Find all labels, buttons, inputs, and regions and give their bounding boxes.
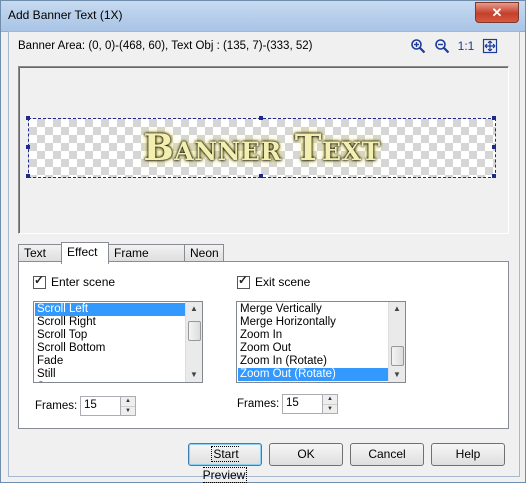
tab-effect[interactable]: Effect [61, 242, 109, 264]
resize-handle[interactable] [26, 116, 30, 120]
resize-handle[interactable] [259, 116, 263, 120]
list-item[interactable]: Scroll Bottom [35, 342, 185, 355]
list-item[interactable]: Still [35, 368, 185, 381]
resize-handle[interactable] [26, 174, 30, 178]
list-item[interactable]: S [35, 381, 185, 382]
resize-handle[interactable] [492, 174, 496, 178]
window-title: Add Banner Text (1X) [8, 8, 123, 22]
help-button[interactable]: Help [431, 443, 505, 466]
start-preview-button[interactable]: Start Preview [188, 443, 262, 483]
scroll-up-icon[interactable]: ▲ [389, 302, 405, 316]
checkbox-checked-icon[interactable] [237, 273, 250, 289]
resize-handle[interactable] [492, 145, 496, 149]
exit-frames-stepper[interactable]: 15 ▲ ▼ [282, 394, 338, 414]
banner-text-object[interactable]: Banner Text [29, 127, 495, 169]
resize-handle[interactable] [492, 116, 496, 120]
spin-up-icon[interactable]: ▲ [323, 395, 337, 405]
zoom-in-icon[interactable] [409, 37, 427, 55]
title-bar[interactable]: Add Banner Text (1X) ✕ [1, 1, 525, 32]
spin-down-icon[interactable]: ▼ [323, 405, 337, 414]
resize-handle[interactable] [26, 145, 30, 149]
enter-frames-stepper[interactable]: 15 ▲ ▼ [80, 396, 136, 416]
enter-effect-list[interactable]: Scroll Left Scroll Right Scroll Top Scroll … [33, 301, 203, 383]
banner-canvas[interactable]: Banner Text [28, 118, 496, 178]
list-item[interactable]: Zoom Out (Rotate) [238, 368, 388, 381]
exit-scene-label: Exit scene [255, 275, 311, 289]
enter-list-scrollbar[interactable]: ▲ ▼ [185, 302, 202, 382]
scroll-thumb[interactable] [188, 321, 201, 341]
checkbox-checked-icon[interactable] [33, 273, 46, 289]
exit-frames-value[interactable]: 15 [286, 397, 299, 409]
enter-scene-label: Enter scene [51, 275, 116, 289]
scroll-down-icon[interactable]: ▼ [186, 368, 202, 382]
exit-list-scrollbar[interactable]: ▲ ▼ [388, 302, 405, 382]
enter-frames-value[interactable]: 15 [84, 399, 97, 411]
list-item[interactable]: Scroll Left [35, 303, 185, 316]
actual-size-label: 1:1 [457, 39, 475, 53]
list-item[interactable]: Merge Vertically [238, 303, 388, 316]
fit-window-icon[interactable] [481, 37, 499, 55]
start-preview-label: Start Preview [202, 446, 248, 483]
scroll-thumb[interactable] [391, 346, 404, 366]
enter-scene-checkbox[interactable]: Enter scene [33, 273, 116, 289]
exit-scene-checkbox[interactable]: Exit scene [237, 273, 311, 289]
spin-down-icon[interactable]: ▼ [121, 407, 135, 416]
actual-size-button[interactable]: 1:1 [457, 37, 475, 55]
zoom-toolbar: 1:1 [409, 37, 499, 55]
banner-area-info: Banner Area: (0, 0)-(468, 60), Text Obj … [18, 40, 313, 52]
list-item[interactable]: Zoom In [238, 329, 388, 342]
spin-up-icon[interactable]: ▲ [121, 397, 135, 407]
cancel-button[interactable]: Cancel [350, 443, 424, 466]
list-item[interactable]: Scroll Right [35, 316, 185, 329]
exit-effect-list[interactable]: Merge Vertically Merge Horizontally Zoom I… [236, 301, 406, 383]
close-icon: ✕ [491, 5, 503, 20]
zoom-out-icon[interactable] [433, 37, 451, 55]
list-item[interactable]: Fade [35, 355, 185, 368]
enter-frames-label: Frames: [35, 400, 78, 412]
ok-button[interactable]: OK [269, 443, 343, 466]
list-item[interactable]: Zoom Out [238, 342, 388, 355]
list-item[interactable]: Merge Horizontally [238, 316, 388, 329]
resize-handle[interactable] [259, 174, 263, 178]
exit-frames-label: Frames: [237, 398, 280, 410]
scroll-down-icon[interactable]: ▼ [389, 368, 405, 382]
scroll-up-icon[interactable]: ▲ [186, 302, 202, 316]
list-item[interactable]: Zoom In (Rotate) [238, 355, 388, 368]
list-item[interactable]: Scroll Top [35, 329, 185, 342]
close-button[interactable]: ✕ [475, 2, 519, 23]
